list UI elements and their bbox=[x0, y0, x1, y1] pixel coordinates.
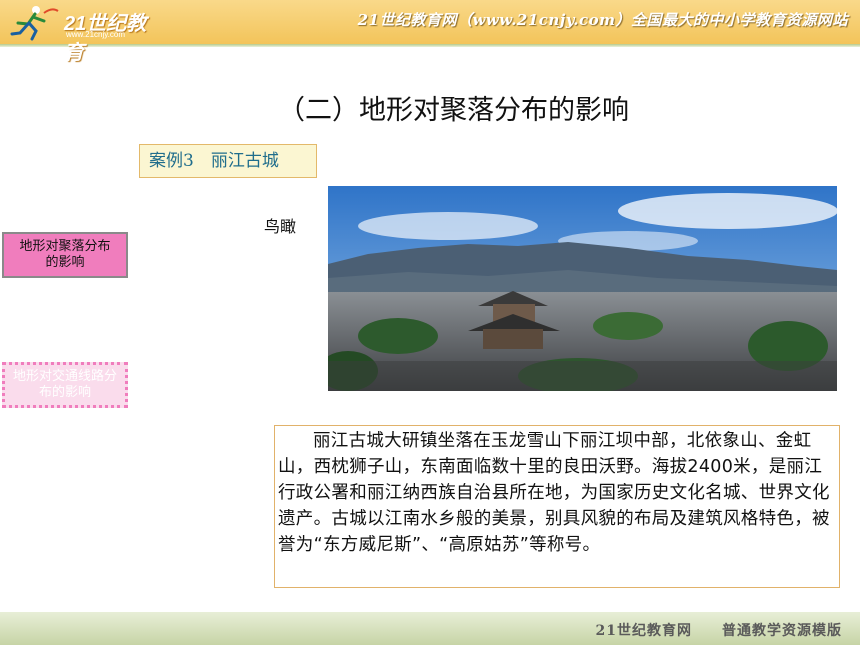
logo-url: www.21cnjy.com bbox=[66, 30, 125, 39]
lijiang-old-town-photo bbox=[328, 186, 837, 391]
slide-title: （二）地形对聚落分布的影响 bbox=[278, 95, 629, 126]
running-figure-icon bbox=[10, 6, 59, 41]
footer-divider bbox=[0, 610, 860, 612]
case-label: 案例3 丽江古城 bbox=[139, 144, 317, 178]
nav-item-terrain-settlement[interactable]: 地形对聚落分布的影响 bbox=[2, 232, 128, 278]
nav-item-label: 地形对聚落分布的影响 bbox=[19, 239, 111, 270]
footer-text: 21世纪教育网 普通教学资源模版 bbox=[595, 623, 842, 639]
photo-caption: 鸟瞰 bbox=[264, 217, 297, 236]
header-slogan: 21世纪教育网（www.21cnjy.com）全国最大的中小学教育资源网站 bbox=[357, 11, 848, 29]
nav-item-label: 地形对交通线路分布的影响 bbox=[13, 369, 118, 400]
nav-item-terrain-transport[interactable]: 地形对交通线路分布的影响 bbox=[2, 362, 128, 408]
description-text: 丽江古城大研镇坐落在玉龙雪山下丽江坝中部，北依象山、金虹山，西枕狮子山，东南面临… bbox=[274, 425, 840, 588]
site-logo[interactable]: 21世纪教育 www.21cnjy.com bbox=[6, 3, 156, 64]
